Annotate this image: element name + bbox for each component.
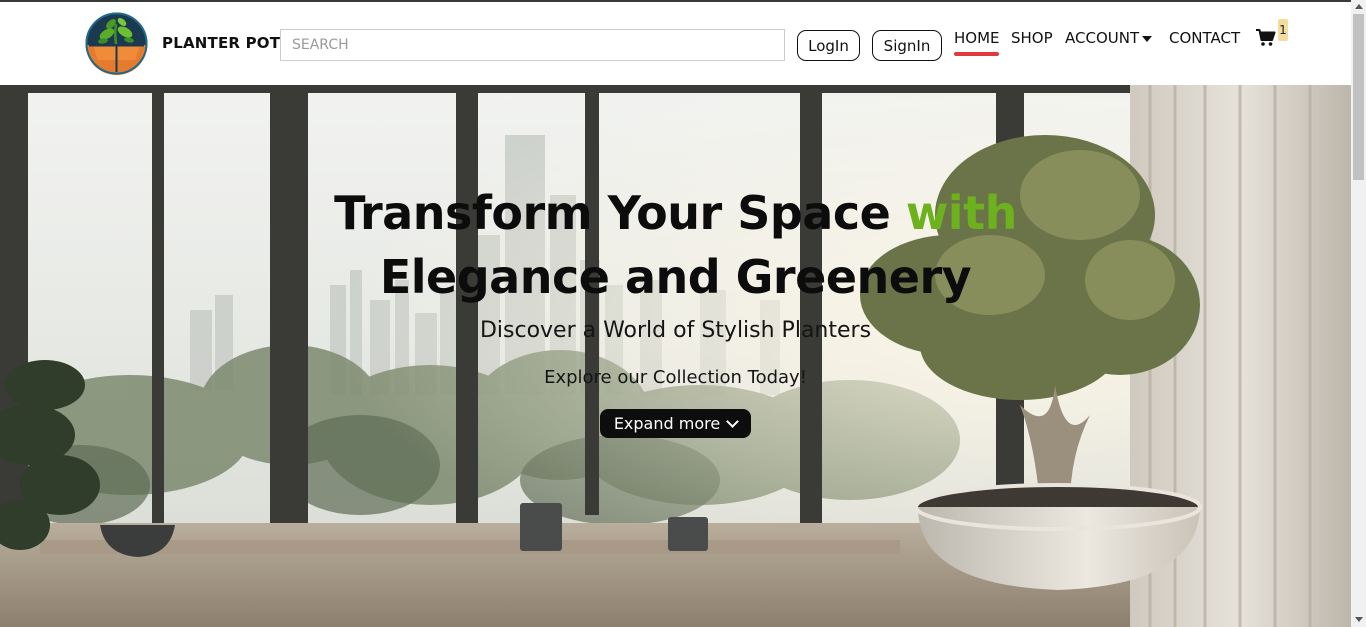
caret-down-icon: [1142, 36, 1153, 42]
hero-title: Transform Your Space with Elegance and G…: [0, 181, 1351, 309]
scroll-thumb[interactable]: [1353, 14, 1364, 180]
planter-logo[interactable]: [85, 12, 148, 75]
cart-count-badge: 1: [1278, 19, 1288, 41]
expand-more-button[interactable]: Expand more: [600, 409, 751, 438]
search-input[interactable]: [280, 29, 785, 61]
hero-tagline: Explore our Collection Today!: [544, 367, 807, 388]
nav-account-dropdown[interactable]: ACCOUNT: [1065, 29, 1153, 47]
nav-account-label: ACCOUNT: [1065, 29, 1140, 47]
page-scrollbar[interactable]: [1351, 0, 1366, 627]
nav-shop-link[interactable]: SHOP: [1011, 29, 1053, 47]
hero-title-part1: Transform Your Space: [334, 186, 906, 240]
scroll-up-arrow-icon[interactable]: [1355, 4, 1363, 9]
hero-title-accent: with: [905, 186, 1018, 240]
nav-contact-link[interactable]: CONTACT: [1169, 29, 1240, 47]
login-button[interactable]: LogIn: [797, 30, 860, 61]
hero-title-line2: Elegance and Greenery: [379, 250, 972, 304]
active-nav-underline: [954, 52, 999, 56]
chevron-down-icon: [726, 414, 740, 428]
signin-button[interactable]: SignIn: [872, 30, 942, 61]
site-header: PLANTER POT LogIn SignIn HOME SHOP ACCOU…: [0, 2, 1351, 85]
hero-subtitle: Discover a World of Stylish Planters: [479, 318, 872, 343]
page: PLANTER POT LogIn SignIn HOME SHOP ACCOU…: [0, 0, 1351, 627]
scroll-down-arrow-icon[interactable]: [1355, 617, 1363, 622]
cart-icon[interactable]: [1256, 29, 1276, 47]
brand-name[interactable]: PLANTER POT: [162, 34, 280, 52]
hero-background-image: [0, 85, 1351, 627]
nav-home-link[interactable]: HOME: [954, 29, 1000, 47]
hero-section: Transform Your Space with Elegance and G…: [0, 85, 1351, 627]
expand-more-label: Expand more: [613, 414, 721, 433]
